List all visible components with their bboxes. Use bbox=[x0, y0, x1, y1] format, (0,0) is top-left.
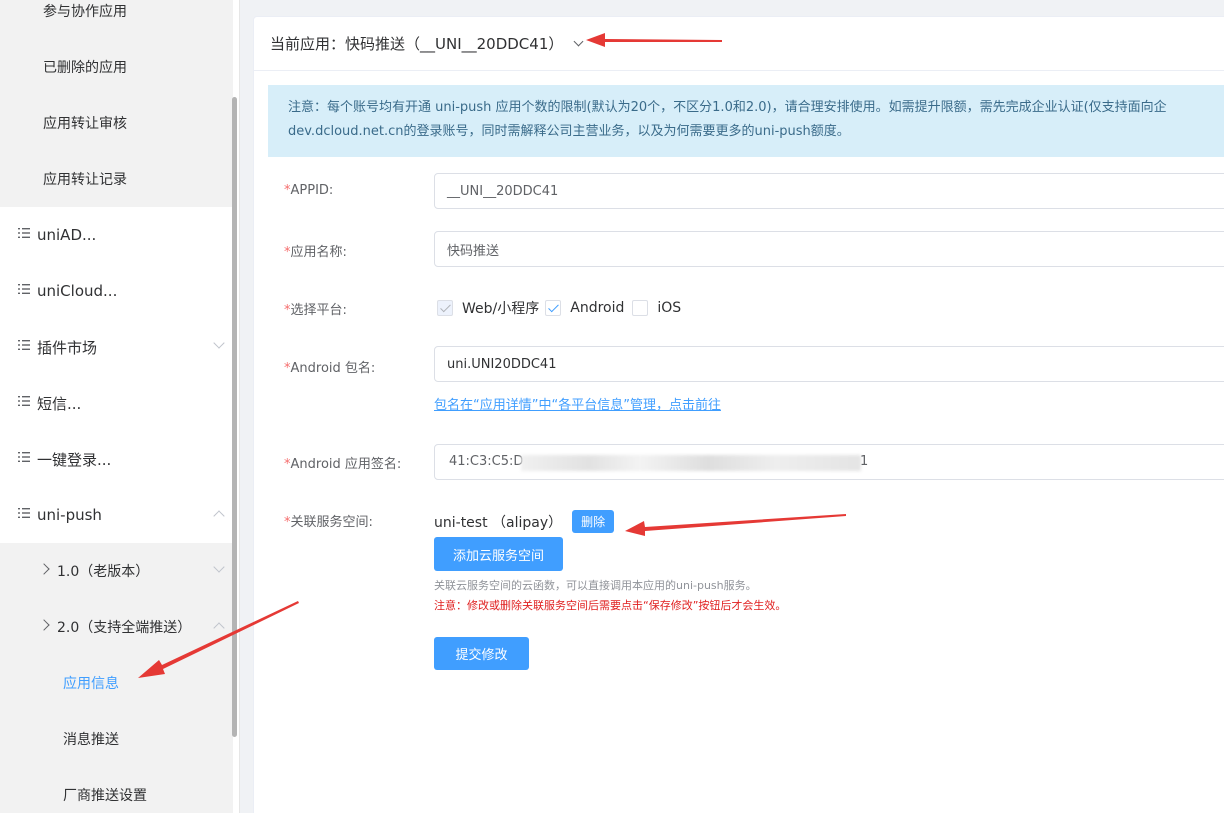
checkbox-label: Android bbox=[570, 300, 625, 316]
signature-field[interactable]: 41:C3:C5:D 1 bbox=[434, 444, 1224, 480]
sidebar-item-deleted-apps[interactable]: 已删除的应用 bbox=[0, 39, 233, 95]
list-icon bbox=[18, 284, 30, 294]
sidebar-item-uniad[interactable]: uniAD... bbox=[0, 207, 233, 263]
chevron-down-icon bbox=[573, 36, 584, 47]
signature-suffix: 1 bbox=[860, 454, 869, 469]
sidebar-item-label: 厂商推送设置 bbox=[63, 788, 147, 804]
sidebar-item-label: 应用转让审核 bbox=[43, 116, 127, 132]
checkbox-web-miniprogram[interactable] bbox=[437, 300, 453, 316]
sidebar-item-vendor-push-settings[interactable]: 厂商推送设置 bbox=[0, 767, 233, 813]
sidebar-item-label: 短信... bbox=[37, 394, 82, 413]
sidebar-item-plugin-market[interactable]: 插件市场 bbox=[0, 319, 233, 375]
app-name-label: *应用名称: bbox=[284, 245, 347, 260]
sidebar-item-uni-push[interactable]: uni-push bbox=[0, 487, 233, 543]
list-icon bbox=[18, 340, 30, 350]
sidebar-item-sms[interactable]: 短信... bbox=[0, 375, 233, 431]
sidebar: 参与协作应用 已删除的应用 应用转让审核 应用转让记录 uniAD... uni… bbox=[0, 0, 240, 813]
sidebar-item-label: 已删除的应用 bbox=[43, 60, 127, 76]
sidebar-item-one-click-login[interactable]: 一键登录... bbox=[0, 431, 233, 487]
service-space-label: *关联服务空间: bbox=[284, 515, 373, 530]
service-warning: 注意：修改或删除关联服务空间后需要点击“保存修改”按钮后才会生效。 bbox=[434, 599, 787, 612]
list-icon bbox=[18, 228, 30, 238]
sidebar-item-collab-apps[interactable]: 参与协作应用 bbox=[0, 0, 233, 39]
sidebar-item-label: 消息推送 bbox=[63, 732, 119, 748]
sidebar-item-label: 插件市场 bbox=[37, 338, 98, 357]
delete-service-button[interactable]: 删除 bbox=[572, 510, 615, 533]
sidebar-item-unicloud[interactable]: uniCloud... bbox=[0, 263, 233, 319]
checkbox-label: iOS bbox=[657, 300, 682, 316]
list-icon bbox=[18, 508, 30, 518]
sidebar-item-transfer-review[interactable]: 应用转让审核 bbox=[0, 95, 233, 151]
platform-checkbox-group: Web/小程序 Android iOS bbox=[437, 298, 687, 318]
service-space-name: uni-test （alipay） bbox=[434, 514, 563, 531]
chevron-down-icon bbox=[213, 561, 225, 573]
app-name-value: 快码推送 bbox=[447, 243, 500, 259]
list-icon bbox=[18, 452, 30, 462]
signature-redacted bbox=[521, 455, 861, 471]
checkbox-ios[interactable] bbox=[632, 300, 649, 316]
sidebar-item-label: uni-push bbox=[37, 506, 102, 524]
sidebar-item-label: 应用信息 bbox=[63, 676, 119, 692]
sidebar-item-label: 应用转让记录 bbox=[43, 172, 127, 188]
current-app-title: 当前应用：快码推送（__UNI__20DDC41） bbox=[270, 35, 564, 53]
appid-value: __UNI__20DDC41 bbox=[447, 183, 559, 199]
sidebar-item-push-v1[interactable]: 1.0（老版本） bbox=[0, 543, 233, 599]
sidebar-item-transfer-record[interactable]: 应用转让记录 bbox=[0, 151, 233, 207]
chevron-down-icon bbox=[213, 337, 225, 349]
sidebar-item-push-v2[interactable]: 2.0（支持全端推送） bbox=[0, 599, 233, 655]
package-value: uni.UNI20DDC41 bbox=[447, 356, 557, 372]
add-service-space-button[interactable]: 添加云服务空间 bbox=[434, 537, 563, 571]
chevron-up-icon bbox=[213, 622, 225, 634]
signature-label: *Android 应用签名: bbox=[284, 457, 402, 472]
appid-label: *APPID: bbox=[284, 183, 334, 198]
chevron-up-icon bbox=[213, 510, 225, 522]
sidebar-item-label: 1.0（老版本） bbox=[57, 564, 150, 580]
submit-button[interactable]: 提交修改 bbox=[434, 637, 529, 670]
package-manage-link[interactable]: 包名在“应用详情”中“各平台信息”管理，点击前往 bbox=[434, 394, 721, 413]
service-space-entry: uni-test （alipay） 删除 bbox=[434, 510, 615, 533]
list-icon bbox=[18, 396, 30, 406]
checkbox-label: Web/小程序 bbox=[462, 301, 540, 317]
sidebar-item-label: 2.0（支持全端推送） bbox=[57, 620, 192, 636]
platform-label: *选择平台: bbox=[284, 303, 347, 318]
sidebar-scrollbar[interactable] bbox=[232, 97, 237, 737]
notice-line: dev.dcloud.net.cn的登录账号，同时需解释公司主营业务，以及为何需… bbox=[288, 124, 850, 139]
app-info-card: 当前应用：快码推送（__UNI__20DDC41） 注意：每个账号均有开通 un… bbox=[253, 16, 1224, 813]
app-name-field[interactable]: 快码推送 bbox=[434, 231, 1224, 267]
package-field[interactable]: uni.UNI20DDC41 bbox=[434, 346, 1224, 382]
sidebar-item-label: 参与协作应用 bbox=[43, 4, 127, 20]
notice-line: 注意：每个账号均有开通 uni-push 应用个数的限制(默认为20个，不区分1… bbox=[288, 100, 1167, 115]
current-app-selector[interactable]: 当前应用：快码推送（__UNI__20DDC41） bbox=[254, 17, 1224, 71]
service-hint: 关联云服务空间的云函数，可以直接调用本应用的uni-push服务。 bbox=[434, 579, 757, 592]
appid-field[interactable]: __UNI__20DDC41 bbox=[434, 173, 1224, 209]
checkbox-android[interactable] bbox=[545, 300, 562, 316]
signature-prefix: 41:C3:C5:D bbox=[449, 454, 524, 469]
package-label: *Android 包名: bbox=[284, 361, 376, 376]
sidebar-item-label: 一键登录... bbox=[37, 450, 112, 469]
sidebar-item-message-push[interactable]: 消息推送 bbox=[0, 711, 233, 767]
sidebar-item-app-info[interactable]: 应用信息 bbox=[0, 655, 233, 711]
sidebar-item-label: uniAD... bbox=[37, 226, 97, 244]
quota-notice: 注意：每个账号均有开通 uni-push 应用个数的限制(默认为20个，不区分1… bbox=[268, 85, 1224, 157]
